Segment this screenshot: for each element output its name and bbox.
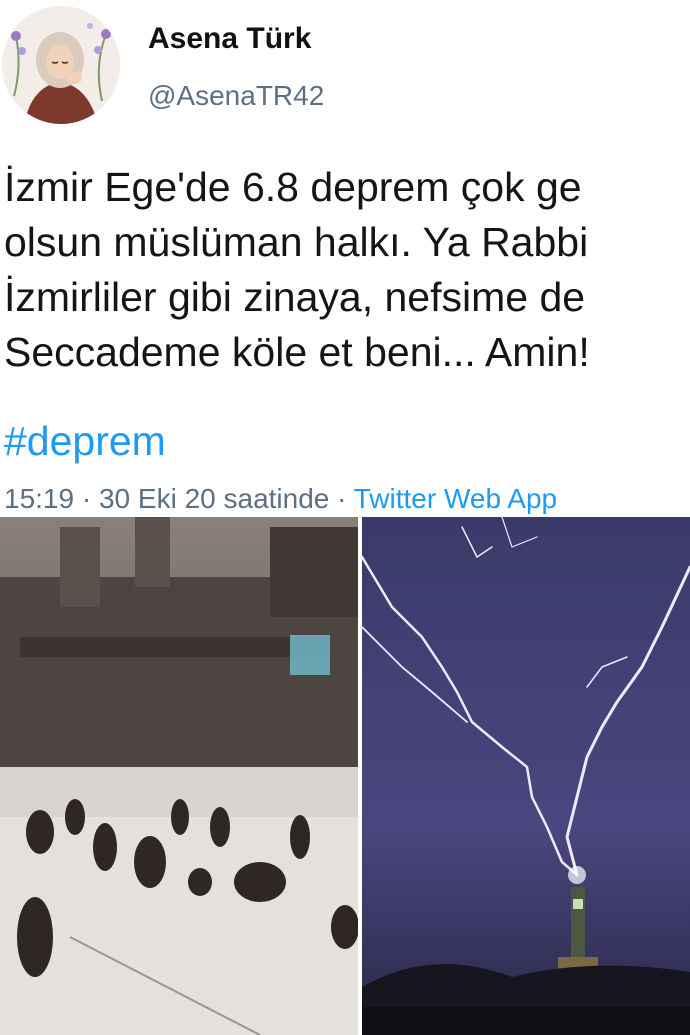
tweet-text-line: İzmirliler gibi zinaya, nefsime de	[4, 274, 586, 320]
tweet-meta: 15:19 · 30 Eki 20 saatinde · Twitter Web…	[4, 483, 557, 515]
tweet-body: İzmir Ege'de 6.8 deprem çok ge olsun müs…	[4, 160, 690, 380]
storm-crowd-photo[interactable]	[0, 517, 358, 1035]
tweet-time[interactable]: 15:19	[4, 483, 74, 514]
tweet-text-line: Seccademe köle et beni... Amin!	[4, 329, 590, 375]
tweet-header: Asena Türk @AsenaTR42	[0, 0, 690, 140]
meta-separator: ·	[329, 483, 354, 514]
avatar[interactable]	[2, 6, 120, 124]
meta-separator: ·	[74, 483, 99, 514]
tweet-text-line: olsun müslüman halkı. Ya Rabbi	[4, 219, 589, 265]
author-handle[interactable]: @AsenaTR42	[148, 80, 324, 112]
lightning-clock-tower-icon	[362, 517, 690, 1035]
author-display-name[interactable]: Asena Türk	[148, 22, 311, 56]
mosque-courtyard-storm-icon	[0, 517, 358, 1035]
lightning-tower-photo[interactable]	[362, 517, 690, 1035]
tweet-date[interactable]: 30 Eki 20 saatinde	[99, 483, 329, 514]
tweet-media	[0, 517, 690, 1035]
tweet-text-line: İzmir Ege'de 6.8 deprem çok ge	[4, 164, 582, 210]
avatar-illustration-icon	[2, 6, 120, 124]
tweet-source-link[interactable]: Twitter Web App	[354, 483, 557, 514]
hashtag-link[interactable]: #deprem	[4, 418, 166, 465]
